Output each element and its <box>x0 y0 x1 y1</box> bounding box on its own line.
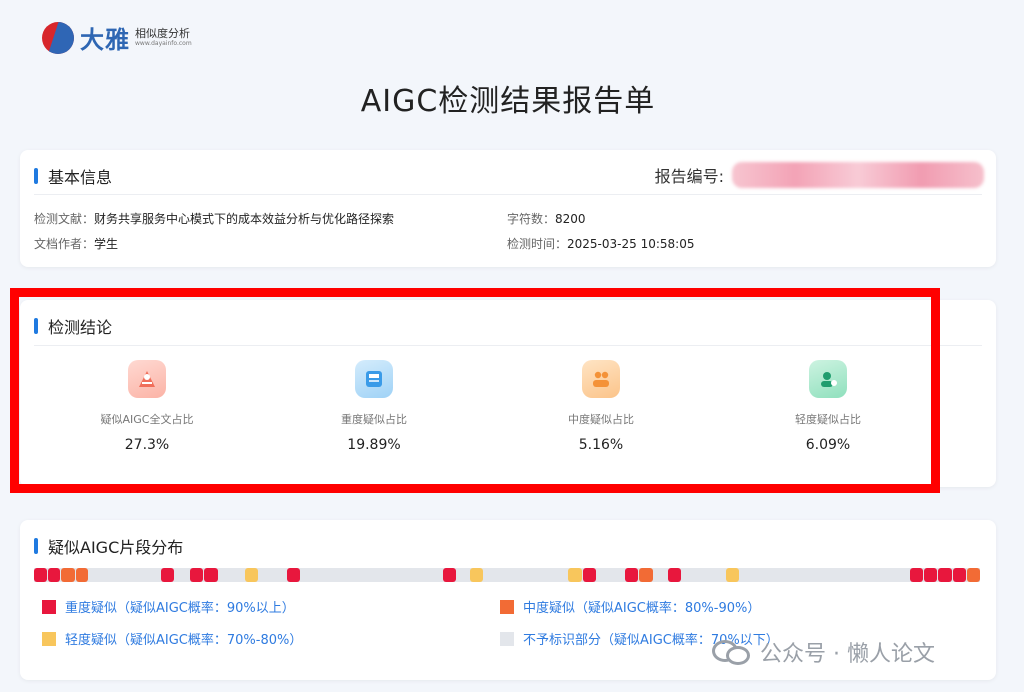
field-author-value: 学生 <box>94 237 119 251</box>
segment-heavy <box>909 568 924 582</box>
segment-distribution-bar <box>34 568 980 582</box>
metric-aigc-portion: 疑似AIGC全文占比 27.3% <box>47 360 247 453</box>
logo-brand-text: 大雅 <box>80 26 130 54</box>
conclusion-card: 检测结论 疑似AIGC全文占比 27.3% 重度疑似占比 19.89% 中度疑似… <box>20 300 996 487</box>
section-marker <box>34 318 38 334</box>
segment-heavy <box>952 568 966 582</box>
field-check-time-key: 检测时间： <box>507 237 568 251</box>
segment-heavy <box>924 568 938 582</box>
field-document-value: 财务共享服务中心模式下的成本效益分析与优化路径探索 <box>94 212 395 226</box>
legend-none-swatch <box>500 631 514 646</box>
logo-url: www.dayainfo.com <box>135 40 192 47</box>
legend-heavy: 重度疑似（疑似AIGC概率：90%以上） <box>42 597 295 616</box>
segment-heavy <box>48 568 61 582</box>
heavy-suspect-icon <box>355 360 393 398</box>
segment-light <box>470 568 484 582</box>
metric-medium-value: 5.16% <box>578 437 624 453</box>
field-char-count-key: 字符数： <box>507 212 556 226</box>
section-marker <box>34 168 38 184</box>
field-char-count: 字符数：8200 <box>507 210 586 227</box>
light-suspect-icon <box>809 360 847 398</box>
segment-heavy <box>34 568 48 582</box>
segment-medium <box>61 568 75 582</box>
metric-aigc-portion-label: 疑似AIGC全文占比 <box>100 413 194 426</box>
legend-medium: 中度疑似（疑似AIGC概率：80%-90%） <box>500 597 760 616</box>
distribution-title: 疑似AIGC片段分布 <box>48 538 184 557</box>
metric-heavy-value: 19.89% <box>347 437 401 453</box>
legend-heavy-label: 重度疑似（疑似AIGC概率：90%以上） <box>65 601 295 616</box>
field-check-time: 检测时间：2025-03-25 10:58:05 <box>507 235 694 252</box>
wechat-icon <box>712 638 752 666</box>
segment-heavy <box>286 568 300 582</box>
conclusion-header: 检测结论 <box>34 314 112 338</box>
field-check-time-value: 2025-03-25 10:58:05 <box>567 237 695 251</box>
segment-medium <box>966 568 980 582</box>
metric-light: 轻度疑似占比 6.09% <box>728 360 928 453</box>
legend-light: 轻度疑似（疑似AIGC概率：70%-80%） <box>42 629 302 648</box>
divider <box>34 194 982 195</box>
legend-light-label: 轻度疑似（疑似AIGC概率：70%-80%） <box>65 633 303 648</box>
metric-medium: 中度疑似占比 5.16% <box>501 360 701 453</box>
legend-light-swatch <box>42 631 56 646</box>
divider <box>34 345 982 346</box>
segment-light <box>244 568 259 582</box>
page-title: AIGC检测结果报告单 <box>360 84 656 119</box>
basic-info-title: 基本信息 <box>48 168 113 187</box>
segment-medium <box>639 568 653 582</box>
conclusion-title: 检测结论 <box>48 318 113 337</box>
medium-suspect-icon <box>582 360 620 398</box>
aigc-portion-icon <box>128 360 166 398</box>
segment-light <box>725 568 739 582</box>
report-number-label: 报告编号: <box>654 167 724 186</box>
logo-mark-icon <box>42 21 74 54</box>
segment-heavy <box>442 568 456 582</box>
report-number-redacted <box>732 162 984 188</box>
segment-heavy <box>667 568 682 582</box>
segment-light <box>568 568 582 582</box>
metric-light-label: 轻度疑似占比 <box>795 413 861 426</box>
field-author-key: 文档作者： <box>34 237 95 251</box>
field-document-key: 检测文献： <box>34 212 95 226</box>
segment-heavy <box>582 568 596 582</box>
report-number: 报告编号: <box>655 162 984 188</box>
segment-heavy <box>938 568 952 582</box>
basic-info-card: 基本信息 报告编号: 检测文献：财务共享服务中心模式下的成本效益分析与优化路径探… <box>20 150 996 267</box>
legend-medium-label: 中度疑似（疑似AIGC概率：80%-90%） <box>523 601 761 616</box>
metric-heavy-label: 重度疑似占比 <box>341 413 407 426</box>
metric-light-value: 6.09% <box>805 437 851 453</box>
field-document: 检测文献：财务共享服务中心模式下的成本效益分析与优化路径探索 <box>34 210 394 227</box>
legend-medium-swatch <box>500 599 514 614</box>
segment-heavy <box>190 568 204 582</box>
field-author: 文档作者：学生 <box>34 235 118 252</box>
basic-info-header: 基本信息 <box>34 164 112 188</box>
metric-medium-label: 中度疑似占比 <box>568 413 634 426</box>
distribution-header: 疑似AIGC片段分布 <box>34 534 183 558</box>
brand-logo: 大雅 相似度分析 www.dayainfo.com <box>42 20 192 55</box>
section-marker <box>34 538 38 554</box>
segment-heavy <box>204 568 218 582</box>
metric-heavy: 重度疑似占比 19.89% <box>274 360 474 453</box>
logo-subtitle: 相似度分析 <box>135 27 190 40</box>
legend-heavy-swatch <box>42 599 56 614</box>
watermark: 公众号 · 懒人论文 <box>712 636 935 668</box>
segment-heavy <box>160 568 174 582</box>
segment-heavy <box>625 568 639 582</box>
segment-medium <box>75 568 88 582</box>
metric-aigc-portion-value: 27.3% <box>124 437 170 453</box>
watermark-text: 公众号 · 懒人论文 <box>760 642 935 667</box>
field-char-count-value: 8200 <box>555 212 586 226</box>
